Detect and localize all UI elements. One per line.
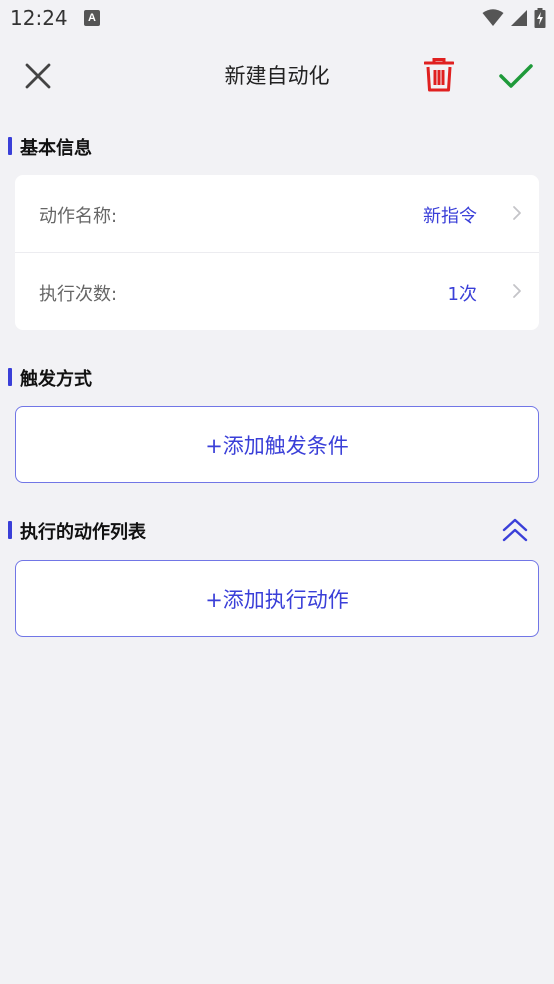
battery-icon	[534, 8, 546, 28]
chevron-right-icon	[513, 206, 521, 220]
action-name-row[interactable]: 动作名称: 新指令	[15, 175, 539, 253]
trigger-header: 触发方式	[0, 363, 554, 393]
basic-info-header: 基本信息	[0, 132, 554, 162]
wifi-icon	[482, 9, 504, 26]
add-trigger-button[interactable]: +添加触发条件	[15, 406, 539, 483]
actions-title: 执行的动作列表	[20, 522, 146, 543]
notification-icon: A	[84, 10, 100, 26]
signal-icon	[511, 10, 527, 26]
collapse-actions-button[interactable]	[498, 513, 532, 547]
page-title: 新建自动化	[224, 64, 330, 88]
action-name-value: 新指令	[423, 206, 477, 227]
checkmark-icon	[499, 64, 533, 88]
actions-header: 执行的动作列表	[0, 516, 554, 546]
trigger-title: 触发方式	[20, 369, 92, 390]
double-chevron-up-icon	[502, 518, 528, 542]
action-name-label: 动作名称:	[39, 206, 118, 227]
chevron-right-icon	[513, 284, 521, 298]
delete-button[interactable]	[418, 54, 460, 96]
execution-count-label: 执行次数:	[39, 284, 118, 305]
confirm-button[interactable]	[494, 54, 538, 98]
add-action-button[interactable]: +添加执行动作	[15, 560, 539, 637]
execution-count-value: 1次	[447, 284, 477, 305]
section-accent-bar	[8, 137, 12, 155]
execution-count-row[interactable]: 执行次数: 1次	[15, 253, 539, 330]
basic-info-card: 动作名称: 新指令 执行次数: 1次	[15, 175, 539, 330]
basic-info-title: 基本信息	[20, 138, 92, 159]
trash-icon	[424, 58, 454, 92]
section-accent-bar	[8, 368, 12, 386]
close-icon	[25, 63, 51, 89]
section-accent-bar	[8, 521, 12, 539]
status-time: 12:24	[10, 6, 68, 30]
status-bar: 12:24 A	[0, 0, 554, 38]
close-button[interactable]	[18, 56, 58, 96]
status-icons	[482, 8, 546, 28]
app-bar: 新建自动化	[0, 40, 554, 112]
